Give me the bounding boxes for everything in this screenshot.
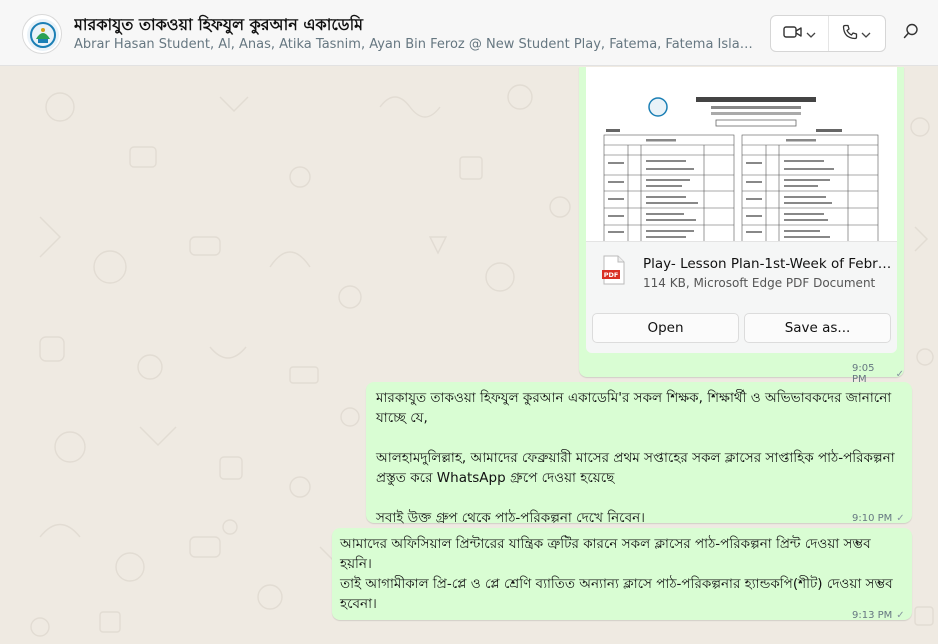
chevron-down-icon bbox=[861, 24, 871, 43]
svg-text:PDF: PDF bbox=[604, 271, 619, 279]
message-time: 9:10 PM bbox=[852, 513, 893, 524]
text-message[interactable]: মারকাযুত তাকওয়া হিফযুল কুরআন একাডেমি'র … bbox=[366, 382, 912, 526]
pdf-file-icon: PDF bbox=[602, 255, 626, 285]
chat-header: মারকাযুত তাকওয়া হিফযুল কুরআন একাডেমি Ab… bbox=[0, 0, 938, 66]
file-info[interactable]: PDF Play- Lesson Plan-1st-Week of Februa… bbox=[586, 243, 897, 301]
sent-check-icon: ✓ bbox=[896, 513, 905, 524]
text-message[interactable]: আমাদের অফিসিয়াল প্রিন্টারের যান্ত্রিক ত… bbox=[332, 528, 912, 621]
document-card: PDF Play- Lesson Plan-1st-Week of Februa… bbox=[586, 67, 897, 353]
save-as-button[interactable]: Save as... bbox=[744, 313, 891, 343]
search-icon bbox=[903, 23, 919, 43]
search-button[interactable] bbox=[898, 20, 924, 46]
chevron-down-icon bbox=[806, 24, 816, 43]
phone-icon bbox=[842, 24, 858, 44]
call-buttons bbox=[770, 15, 886, 52]
file-name: Play- Lesson Plan-1st-Week of February..… bbox=[643, 256, 893, 272]
message-text: আমাদের অফিসিয়াল প্রিন্টারের যান্ত্রিক ত… bbox=[340, 536, 893, 612]
open-button[interactable]: Open bbox=[592, 313, 739, 343]
group-title[interactable]: মারকাযুত তাকওয়া হিফযুল কুরআন একাডেমি bbox=[74, 12, 754, 39]
voice-call-button[interactable] bbox=[827, 16, 886, 51]
video-camera-icon bbox=[783, 24, 803, 43]
file-meta: 114 KB, Microsoft Edge PDF Document bbox=[643, 276, 876, 290]
message-status: 9:13 PM ✓ bbox=[852, 606, 905, 626]
sent-check-icon: ✓ bbox=[895, 368, 904, 380]
message-text: মারকাযুত তাকওয়া হিফযুল কুরআন একাডেমি'র … bbox=[376, 390, 895, 526]
group-avatar[interactable] bbox=[22, 14, 62, 54]
sent-check-icon: ✓ bbox=[896, 610, 905, 621]
group-participants[interactable]: Abrar Hasan Student, Al, Anas, Atika Tas… bbox=[74, 37, 764, 52]
message-status: 9:10 PM ✓ bbox=[852, 509, 905, 529]
chat-area[interactable]: PDF Play- Lesson Plan-1st-Week of Februa… bbox=[0, 67, 938, 644]
video-call-button[interactable] bbox=[771, 16, 828, 51]
document-message[interactable]: PDF Play- Lesson Plan-1st-Week of Februa… bbox=[579, 67, 904, 385]
message-time: 9:13 PM bbox=[852, 610, 893, 621]
document-preview[interactable] bbox=[586, 67, 897, 242]
